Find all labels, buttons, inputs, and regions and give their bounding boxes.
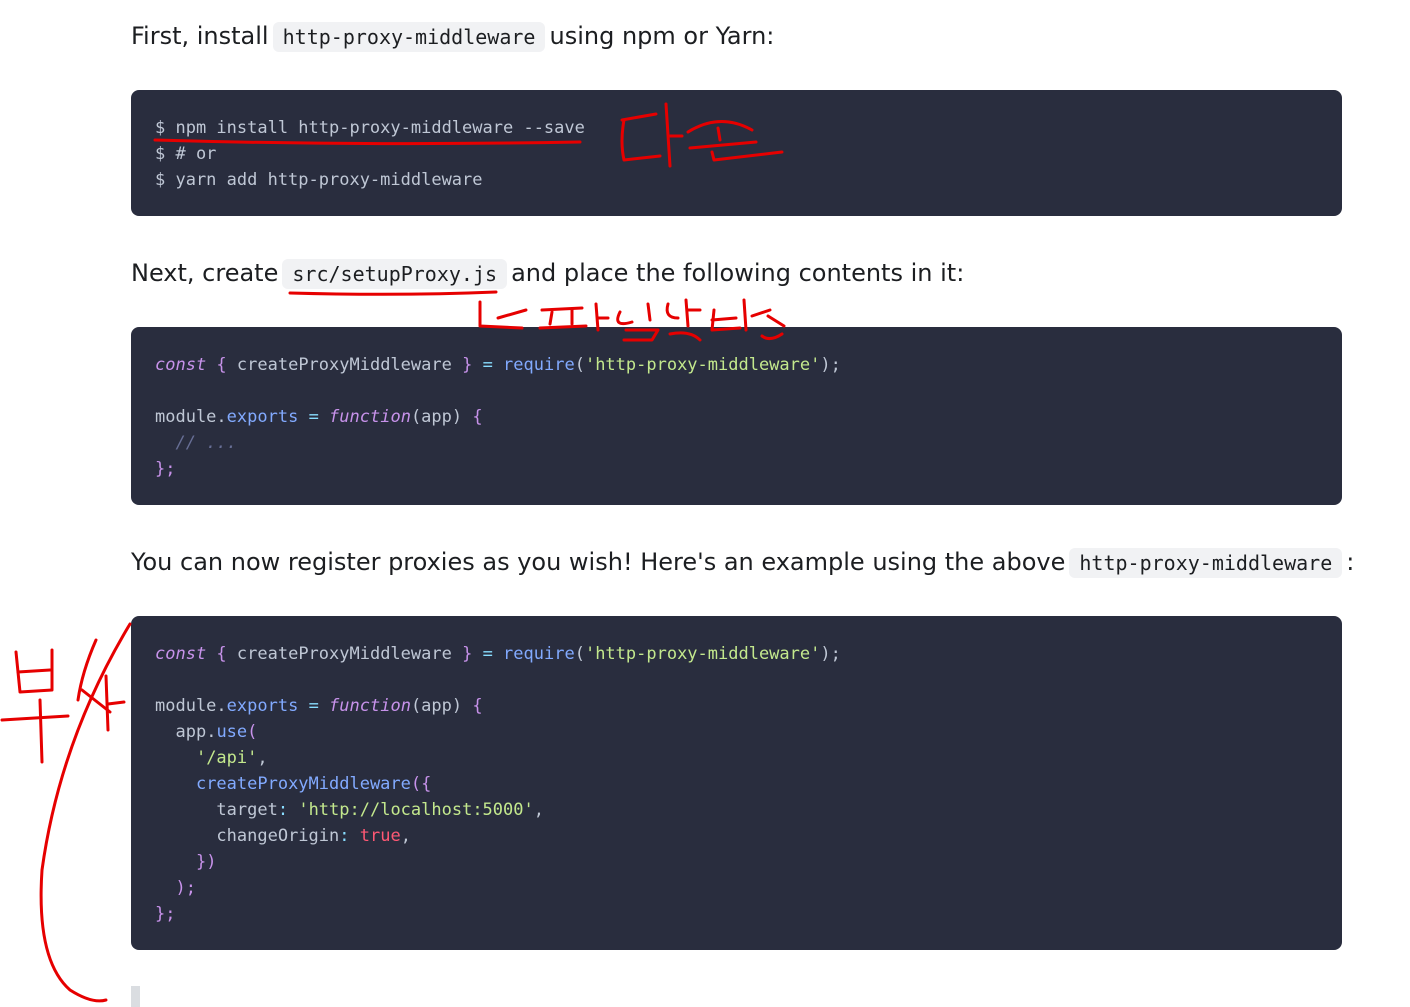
setup-proxy-stub-code-block[interactable]: const { createProxyMiddleware } = requir…: [131, 327, 1342, 505]
install-paragraph: First, install http-proxy-middleware using…: [131, 18, 774, 55]
code-line: target: 'http://localhost:5000',: [216, 800, 544, 820]
install-text-before: First, install: [131, 22, 269, 50]
code-line: const { createProxyMiddleware } = requir…: [155, 644, 841, 664]
code-line: $ # or: [155, 144, 217, 164]
code-line: };: [155, 904, 176, 924]
code-line: };: [155, 459, 176, 479]
register-text-after: :: [1346, 548, 1355, 576]
proxy-example-code-block[interactable]: const { createProxyMiddleware } = requir…: [131, 616, 1342, 950]
register-proxies-paragraph: You can now register proxies as you wish…: [131, 544, 1354, 581]
code-line: module.exports = function(app) {: [155, 696, 483, 716]
register-text-before: You can now register proxies as you wish…: [131, 548, 1066, 576]
code-line: $ npm install http-proxy-middleware --sa…: [155, 118, 585, 138]
blockquote-bar: [131, 986, 140, 1007]
code-comment: // ...: [155, 433, 237, 453]
register-inline-code: http-proxy-middleware: [1069, 548, 1343, 578]
code-line: createProxyMiddleware({: [195, 774, 432, 794]
setup-proxy-underline: [288, 290, 498, 296]
setup-proxy-stub-code: const { createProxyMiddleware } = requir…: [155, 352, 1318, 482]
install-code: $ npm install http-proxy-middleware --sa…: [155, 115, 1318, 193]
code-line: );: [175, 878, 196, 898]
setup-proxy-inline-code: src/setupProxy.js: [282, 259, 508, 289]
code-line: module.exports = function(app) {: [155, 407, 483, 427]
code-line: app.use(: [155, 722, 258, 742]
install-inline-code: http-proxy-middleware: [272, 22, 546, 52]
create-text-before: Next, create: [131, 259, 279, 287]
create-file-paragraph: Next, create src/setupProxy.js and place t…: [131, 255, 964, 292]
code-line: $ yarn add http-proxy-middleware: [155, 170, 483, 190]
create-text-after: and place the following contents in it:: [511, 259, 965, 287]
install-text-after: using npm or Yarn:: [549, 22, 775, 50]
code-line: '/api',: [195, 748, 268, 768]
code-line: const { createProxyMiddleware } = requir…: [155, 355, 841, 375]
install-code-block[interactable]: $ npm install http-proxy-middleware --sa…: [131, 90, 1342, 216]
proxy-example-code: const { createProxyMiddleware } = requir…: [155, 641, 1318, 927]
code-line: }): [195, 852, 217, 872]
code-line: changeOrigin: true,: [216, 826, 411, 846]
handwritten-copy-note: [0, 622, 132, 1003]
